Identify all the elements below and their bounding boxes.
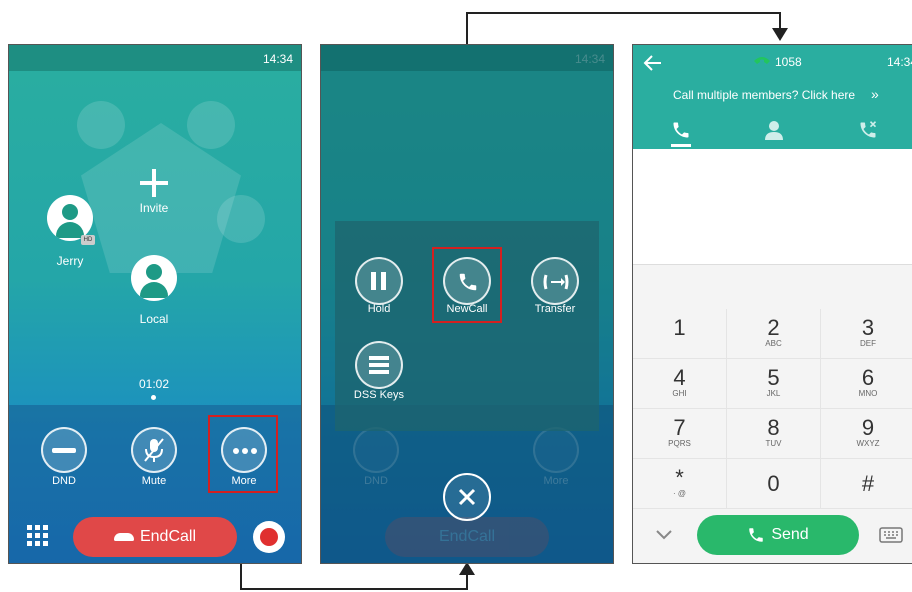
clock: 14:34 bbox=[262, 52, 293, 66]
screen-dialer: 1058 14:34 Call multiple members? Click … bbox=[632, 44, 912, 564]
keypad: 1 2 ABC 3 DEF 4 GHI 5 JKL 6 MNO 7 PQRS 8 TUV 9W… bbox=[633, 309, 912, 509]
dss-keys-label: DSS Keys bbox=[353, 389, 405, 401]
status-bar: 14:34 bbox=[9, 45, 301, 71]
tab-dialer[interactable] bbox=[633, 113, 726, 149]
key-4[interactable]: 4 GHI bbox=[633, 359, 727, 409]
key-0[interactable]: 0 bbox=[727, 459, 821, 509]
keyboard-icon[interactable] bbox=[879, 527, 903, 543]
endcall-button[interactable]: EndCall bbox=[73, 517, 237, 557]
invite-plus-icon[interactable] bbox=[140, 169, 168, 197]
tab-contacts[interactable] bbox=[726, 113, 820, 149]
transfer-button[interactable] bbox=[531, 257, 579, 305]
empty-slot[interactable] bbox=[187, 101, 235, 149]
arrow-bottom-horizontal bbox=[240, 588, 468, 590]
dnd-label: DND bbox=[52, 475, 76, 487]
minus-icon bbox=[52, 448, 76, 453]
invite-label: Invite bbox=[139, 201, 169, 215]
key-8[interactable]: 8 TUV bbox=[727, 409, 821, 459]
dialer-header: 1058 14:34 Call multiple members? Click … bbox=[633, 45, 912, 149]
banner-text: Call multiple members? Click here bbox=[673, 88, 856, 102]
tab-bar bbox=[633, 113, 912, 149]
key-7[interactable]: 7 PQRS bbox=[633, 409, 727, 459]
hangup-icon bbox=[113, 532, 134, 541]
arrow-top-head bbox=[772, 28, 788, 41]
tab-history[interactable] bbox=[820, 113, 912, 149]
conference-banner[interactable]: Call multiple members? Click here » bbox=[633, 81, 912, 109]
transfer-label: Transfer bbox=[534, 303, 576, 315]
screen-conference-call: 14:34 Invite HD Jerry Local 01:02 DND Mu… bbox=[8, 44, 302, 564]
key-3[interactable]: 3 DEF bbox=[821, 309, 912, 359]
dnd-button[interactable] bbox=[41, 427, 87, 473]
chevron-down-icon[interactable] bbox=[655, 529, 673, 541]
key-6[interactable]: 6 MNO bbox=[821, 359, 912, 409]
line-phone-icon bbox=[754, 57, 770, 64]
phone-icon bbox=[749, 528, 764, 542]
hold-button[interactable] bbox=[355, 257, 403, 305]
participant-name: Local bbox=[139, 312, 169, 326]
newcall-highlight-box bbox=[432, 247, 502, 323]
pause-icon bbox=[371, 272, 387, 290]
hold-label: Hold bbox=[367, 303, 391, 315]
participant-name: Jerry bbox=[56, 254, 84, 268]
history-icon bbox=[860, 121, 877, 138]
send-button[interactable]: Send bbox=[697, 515, 859, 555]
number-display[interactable] bbox=[633, 149, 912, 265]
endcall-label: EndCall bbox=[139, 528, 197, 545]
arrow-top-horizontal bbox=[466, 12, 780, 14]
line-number: 1058 bbox=[775, 55, 802, 69]
tutorial-figure: 14:34 Invite HD Jerry Local 01:02 DND Mu… bbox=[0, 0, 912, 592]
contact-icon bbox=[765, 121, 783, 140]
call-timer: 01:02 bbox=[138, 377, 170, 391]
page-indicator-dot bbox=[151, 395, 156, 400]
dss-keys-button[interactable] bbox=[355, 341, 403, 389]
key-1[interactable]: 1 bbox=[633, 309, 727, 359]
chevron-right-icon: » bbox=[871, 86, 879, 102]
empty-slot[interactable] bbox=[217, 195, 265, 243]
record-button[interactable] bbox=[253, 521, 285, 553]
more-highlight-box bbox=[208, 415, 278, 493]
key-9[interactable]: 9 WXYZ bbox=[821, 409, 912, 459]
arrow-bottom-head bbox=[459, 562, 475, 575]
list-icon bbox=[369, 355, 389, 375]
close-menu-button[interactable] bbox=[443, 473, 491, 521]
phone-icon bbox=[673, 122, 689, 138]
clock: 14:34 bbox=[887, 55, 912, 69]
dialpad-icon[interactable] bbox=[27, 525, 49, 547]
key-2[interactable]: 2 ABC bbox=[727, 309, 821, 359]
key-star[interactable]: * · @ bbox=[633, 459, 727, 509]
avatar[interactable] bbox=[131, 255, 177, 301]
mute-button[interactable] bbox=[131, 427, 177, 473]
screen-more-menu: 14:34 DND More EndCall Hold NewCall Tran… bbox=[320, 44, 614, 564]
key-5[interactable]: 5 JKL bbox=[727, 359, 821, 409]
keypad-spacer bbox=[633, 265, 912, 309]
back-arrow-icon[interactable] bbox=[643, 55, 663, 71]
empty-slot[interactable] bbox=[77, 101, 125, 149]
mute-label: Mute bbox=[141, 475, 167, 487]
transfer-icon bbox=[543, 274, 569, 290]
send-label: Send bbox=[771, 526, 809, 543]
active-tab-indicator bbox=[671, 144, 691, 147]
hd-badge-icon: HD bbox=[81, 235, 95, 245]
key-hash[interactable]: # bbox=[821, 459, 912, 509]
mic-off-icon bbox=[144, 438, 164, 462]
close-icon bbox=[458, 488, 476, 506]
